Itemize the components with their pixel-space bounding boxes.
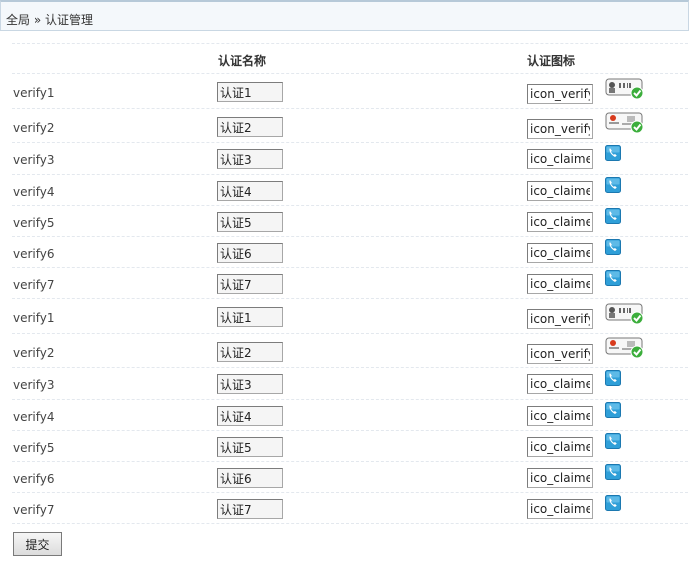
phone-icon [605, 495, 621, 514]
table-row: verify1 [12, 299, 688, 334]
phone-icon [605, 270, 621, 289]
verify-icon-input[interactable] [527, 374, 593, 394]
verify-name-input[interactable] [217, 342, 283, 362]
verify-name-input[interactable] [217, 82, 283, 102]
table-row: verify4 [12, 400, 688, 431]
table-row: verify4 [12, 175, 688, 206]
table-row: verify6 [12, 237, 688, 268]
phone-icon [605, 145, 621, 164]
table-row: verify5 [12, 206, 688, 237]
phone-icon [605, 370, 621, 389]
submit-button[interactable]: 提交 [13, 532, 62, 556]
license-check-icon [605, 112, 645, 137]
table-row: verify3 [12, 368, 688, 400]
verify-icon-input[interactable] [527, 181, 593, 201]
phone-icon [605, 239, 621, 258]
table-row: verify7 [12, 493, 688, 524]
table-header: 认证名称 认证图标 [12, 43, 688, 74]
verify-icon-input[interactable] [527, 212, 593, 232]
phone-icon [605, 433, 621, 452]
verify-name-input[interactable] [217, 499, 283, 519]
verify-name-input[interactable] [217, 374, 283, 394]
verify-icon-input[interactable] [527, 243, 593, 263]
phone-icon [605, 208, 621, 227]
verify-key: verify3 [13, 378, 55, 392]
verify-key: verify4 [13, 185, 55, 199]
verify-key: verify2 [13, 346, 55, 360]
verify-key: verify4 [13, 410, 55, 424]
verify-icon-input[interactable] [527, 309, 593, 329]
verify-name-input[interactable] [217, 243, 283, 263]
phone-icon [605, 177, 621, 196]
verify-key: verify1 [13, 86, 55, 100]
verify-icon-input[interactable] [527, 499, 593, 519]
verify-icon-input[interactable] [527, 406, 593, 426]
table-row: verify7 [12, 268, 688, 299]
verify-key: verify7 [13, 503, 55, 517]
verify-key: verify7 [13, 278, 55, 292]
verify-name-input[interactable] [217, 437, 283, 457]
verify-icon-input[interactable] [527, 468, 593, 488]
verify-name-input[interactable] [217, 307, 283, 327]
verify-key: verify1 [13, 311, 55, 325]
table-row: verify2 [12, 109, 688, 143]
verify-icon-input[interactable] [527, 274, 593, 294]
verify-key: verify5 [13, 441, 55, 455]
verify-icon-input[interactable] [527, 84, 593, 104]
header-verify-icon: 认证图标 [527, 54, 576, 68]
verify-name-input[interactable] [217, 117, 283, 137]
verify-name-input[interactable] [217, 181, 283, 201]
verify-key: verify6 [13, 472, 55, 486]
verify-icon-input[interactable] [527, 437, 593, 457]
phone-icon [605, 402, 621, 421]
id-card-check-icon [605, 303, 645, 328]
verify-name-input[interactable] [217, 468, 283, 488]
verify-name-input[interactable] [217, 406, 283, 426]
table-row: verify2 [12, 334, 688, 368]
verify-key: verify3 [13, 153, 55, 167]
verify-name-input[interactable] [217, 212, 283, 232]
phone-icon [605, 464, 621, 483]
verify-name-input[interactable] [217, 274, 283, 294]
verify-icon-input[interactable] [527, 344, 593, 364]
table-row: verify6 [12, 462, 688, 493]
verify-icon-input[interactable] [527, 119, 593, 139]
license-check-icon [605, 337, 645, 362]
verify-name-input[interactable] [217, 149, 283, 169]
header-verify-name: 认证名称 [218, 54, 267, 68]
breadcrumb-text: 全局 » 认证管理 [6, 13, 93, 27]
breadcrumb: 全局 » 认证管理 [0, 0, 689, 31]
verify-key: verify2 [13, 121, 55, 135]
verify-key: verify5 [13, 216, 55, 230]
table-row: verify5 [12, 431, 688, 462]
table-row: verify3 [12, 143, 688, 175]
id-card-check-icon [605, 78, 645, 103]
verify-key: verify6 [13, 247, 55, 261]
verify-icon-input[interactable] [527, 149, 593, 169]
table-row: verify1 [12, 74, 688, 109]
